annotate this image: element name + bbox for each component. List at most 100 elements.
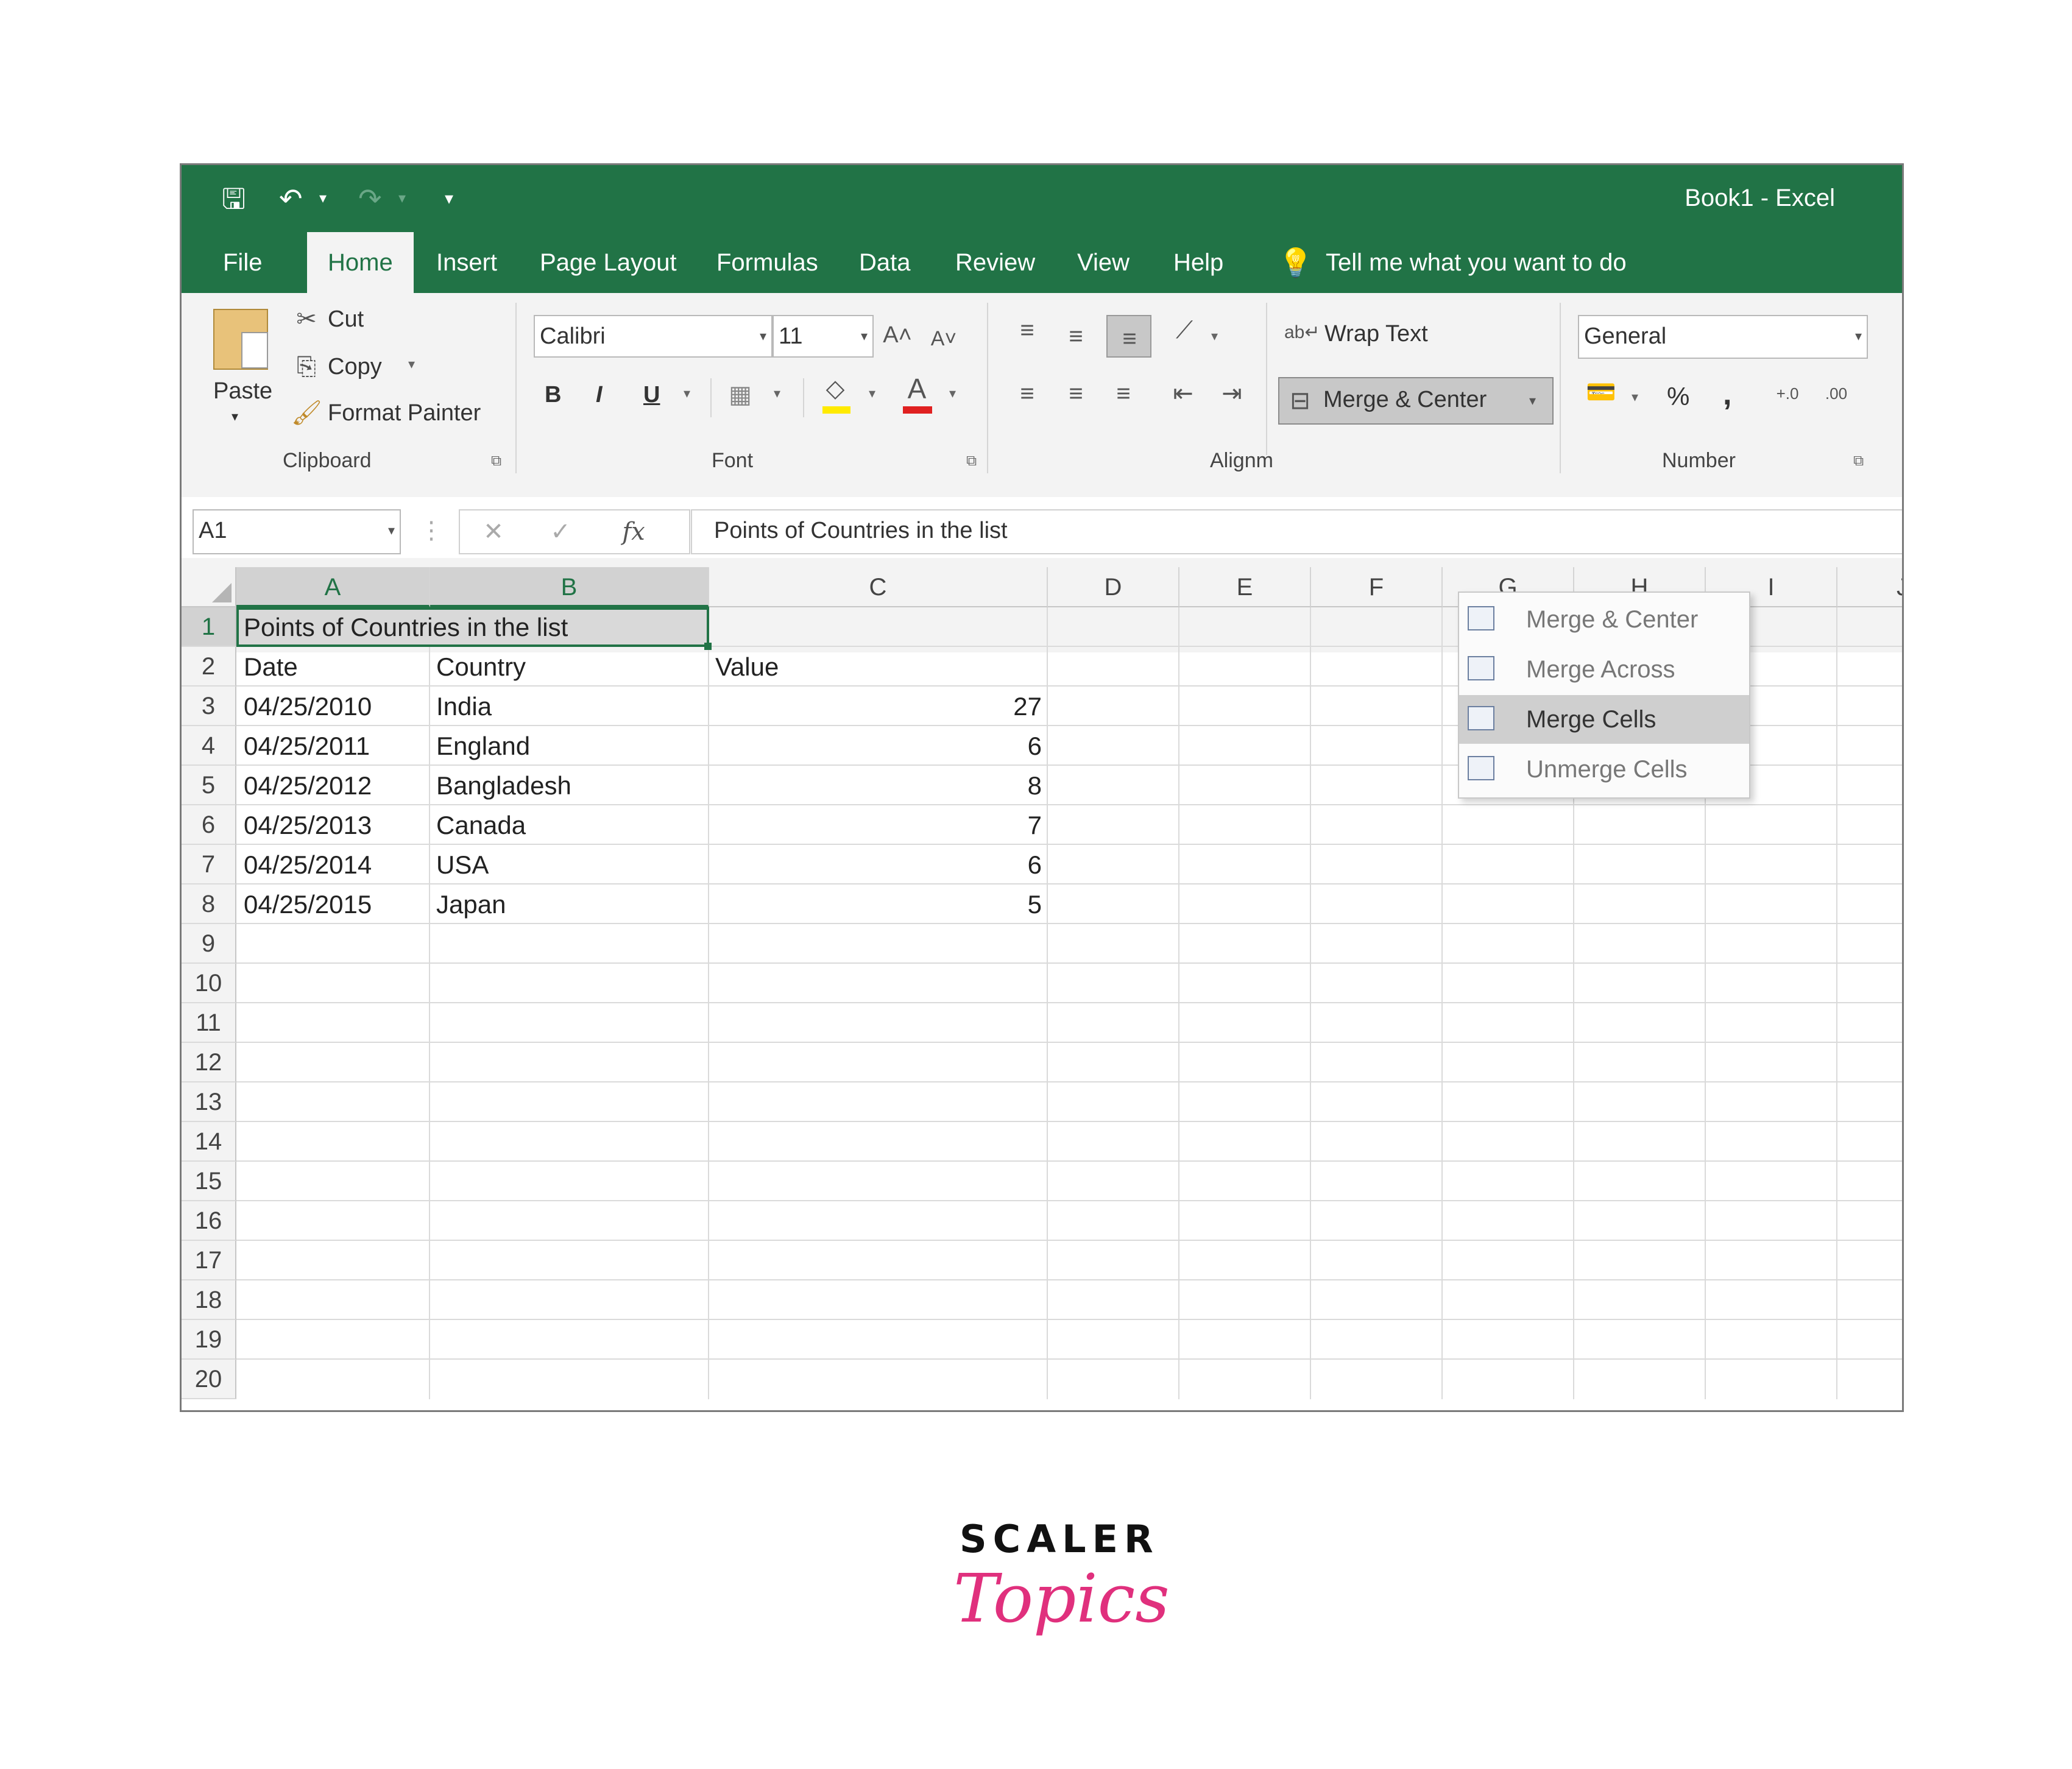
italic-button[interactable]: I [596, 382, 603, 408]
cell-date[interactable]: 04/25/2013 [238, 805, 378, 845]
row-header[interactable]: 1 [182, 607, 236, 647]
percent-style-button[interactable]: % [1667, 382, 1689, 411]
tab-formulas[interactable]: Formulas [716, 232, 818, 293]
cell-country[interactable]: England [430, 726, 536, 766]
font-launcher-icon[interactable]: ⧉ [966, 453, 977, 470]
row-header[interactable]: 2 [182, 647, 236, 687]
number-launcher-icon[interactable]: ⧉ [1853, 453, 1864, 470]
cell-b2[interactable]: Country [430, 647, 532, 687]
row-header[interactable]: 13 [182, 1082, 236, 1122]
cut-button[interactable]: Cut [328, 306, 364, 333]
cell-value[interactable]: 27 [709, 687, 1048, 726]
name-box[interactable]: A1 ▾ [193, 509, 401, 554]
tab-data[interactable]: Data [859, 232, 911, 293]
undo-icon[interactable]: ↶ [279, 182, 303, 215]
cell-a1[interactable]: Points of Countries in the list [238, 607, 574, 647]
row-header[interactable]: 7 [182, 845, 236, 884]
accounting-dropdown-icon[interactable]: ▾ [1632, 389, 1638, 405]
insert-function-icon[interactable]: fx [618, 517, 649, 547]
undo-dropdown-icon[interactable]: ▾ [319, 182, 327, 215]
row-header[interactable]: 6 [182, 805, 236, 845]
row-header[interactable]: 16 [182, 1201, 236, 1241]
paste-dropdown-icon[interactable]: ▾ [232, 409, 238, 425]
row-header[interactable]: 9 [182, 924, 236, 964]
cell-value[interactable]: 8 [709, 766, 1048, 805]
row-header[interactable]: 11 [182, 1003, 236, 1043]
row-header[interactable]: 15 [182, 1162, 236, 1201]
cancel-icon[interactable]: ✕ [478, 517, 509, 547]
menu-item-unmerge-cells[interactable]: Unmerge Cells [1459, 745, 1749, 794]
cell-date[interactable]: 04/25/2010 [238, 687, 378, 726]
cell-country[interactable]: India [430, 687, 498, 726]
cell-date[interactable]: 04/25/2011 [238, 726, 376, 766]
cell-date[interactable]: 04/25/2015 [238, 884, 378, 924]
orientation-dropdown-icon[interactable]: ▾ [1211, 328, 1218, 344]
merge-dropdown-icon[interactable]: ▾ [1529, 393, 1536, 409]
save-icon[interactable]: 🖫 [222, 182, 246, 215]
font-color-icon[interactable]: A [900, 373, 933, 404]
column-header-d[interactable]: D [1048, 567, 1179, 607]
increase-decimal-icon[interactable]: +.0 [1769, 378, 1806, 409]
cell-country[interactable]: USA [430, 845, 495, 884]
borders-icon[interactable]: ▦ [724, 380, 757, 410]
customize-toolbar-icon[interactable]: ▾ [445, 182, 453, 215]
merge-center-button[interactable]: ⊟ Merge & Center ▾ [1278, 377, 1554, 425]
cell-country[interactable]: Canada [430, 805, 532, 845]
row-header[interactable]: 8 [182, 884, 236, 924]
copy-button[interactable]: Copy [328, 354, 382, 380]
align-right-icon[interactable]: ≡ [1106, 378, 1140, 409]
row-header[interactable]: 20 [182, 1360, 236, 1399]
copy-dropdown-icon[interactable]: ▾ [408, 356, 415, 372]
bold-button[interactable]: B [545, 382, 561, 408]
tab-page-layout[interactable]: Page Layout [540, 232, 677, 293]
underline-button[interactable]: U [643, 382, 660, 408]
menu-item-merge-cells[interactable]: Merge Cells [1459, 695, 1749, 744]
middle-align-icon[interactable]: ≡ [1059, 321, 1093, 351]
cell-value[interactable]: 6 [709, 845, 1048, 884]
paste-icon[interactable] [213, 309, 268, 370]
row-header[interactable]: 17 [182, 1241, 236, 1280]
column-header-j[interactable]: J [1837, 567, 1902, 607]
cell-a2[interactable]: Date [238, 647, 304, 687]
cell-value[interactable]: 7 [709, 805, 1048, 845]
increase-indent-icon[interactable]: ⇥ [1215, 378, 1249, 409]
lightbulb-icon[interactable]: 💡 [1278, 232, 1313, 293]
row-header[interactable]: 4 [182, 726, 236, 766]
cell-value[interactable]: 6 [709, 726, 1048, 766]
column-header-a[interactable]: A [236, 567, 430, 607]
row-header[interactable]: 5 [182, 766, 236, 805]
decrease-decimal-icon[interactable]: .00 [1818, 378, 1855, 409]
wrap-text-button[interactable]: Wrap Text [1324, 321, 1428, 347]
column-header-f[interactable]: F [1311, 567, 1443, 607]
cell-date[interactable]: 04/25/2012 [238, 766, 378, 805]
bottom-align-icon[interactable]: ≡ [1106, 315, 1151, 358]
fill-color-icon[interactable]: ◇ [819, 373, 852, 404]
tab-help[interactable]: Help [1173, 232, 1223, 293]
decrease-indent-icon[interactable]: ⇤ [1166, 378, 1200, 409]
column-header-c[interactable]: C [709, 567, 1048, 607]
cell-value[interactable]: 5 [709, 884, 1048, 924]
tell-me-search[interactable]: Tell me what you want to do [1326, 232, 1627, 293]
underline-dropdown-icon[interactable]: ▾ [684, 386, 690, 401]
tab-file[interactable]: File [223, 232, 262, 293]
orientation-icon[interactable]: ⟋ [1167, 315, 1201, 345]
cell-country[interactable]: Bangladesh [430, 766, 578, 805]
row-header[interactable]: 18 [182, 1280, 236, 1320]
tab-view[interactable]: View [1077, 232, 1130, 293]
tab-review[interactable]: Review [955, 232, 1035, 293]
tab-home[interactable]: Home [307, 232, 414, 293]
column-header-e[interactable]: E [1179, 567, 1311, 607]
fill-color-dropdown-icon[interactable]: ▾ [869, 386, 875, 401]
accounting-format-icon[interactable]: 💳 [1583, 377, 1619, 408]
enter-icon[interactable]: ✓ [545, 517, 576, 547]
menu-item-merge-across[interactable]: Merge Across [1459, 645, 1749, 694]
font-color-dropdown-icon[interactable]: ▾ [949, 386, 956, 401]
borders-dropdown-icon[interactable]: ▾ [774, 386, 780, 401]
row-header[interactable]: 3 [182, 687, 236, 726]
format-painter-button[interactable]: Format Painter [328, 400, 481, 426]
formula-input[interactable]: Points of Countries in the list [691, 509, 1902, 554]
number-format-select[interactable]: General ▾ [1578, 315, 1868, 359]
row-header[interactable]: 19 [182, 1320, 236, 1360]
comma-style-button[interactable]: , [1723, 376, 1731, 412]
font-size-select[interactable]: 11 ▾ [773, 315, 874, 358]
